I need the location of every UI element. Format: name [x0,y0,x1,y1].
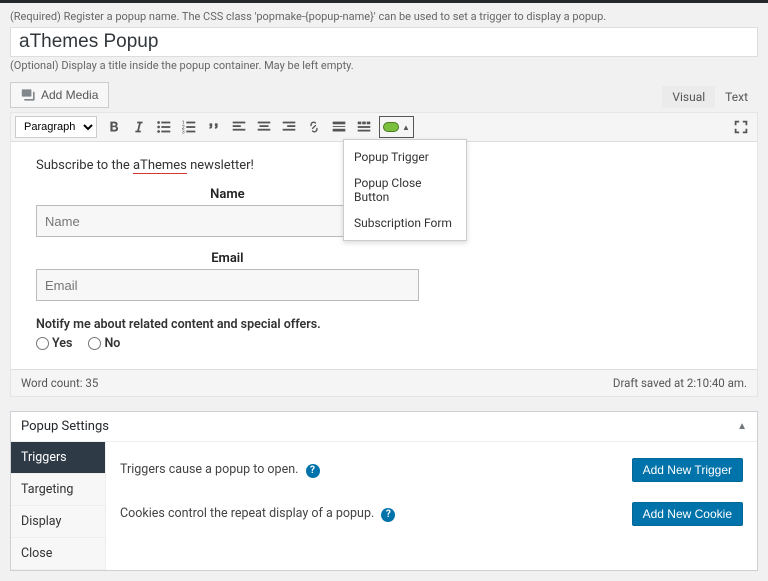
info-icon[interactable]: ? [381,508,395,522]
dropdown-item-subscription[interactable]: Subscription Form [344,210,466,236]
readmore-button[interactable] [327,115,351,139]
tab-visual[interactable]: Visual [662,86,715,108]
blockquote-button[interactable] [202,115,226,139]
add-media-label: Add Media [41,88,98,102]
media-icon [21,87,37,103]
draft-saved: Draft saved at 2:10:40 am. [613,376,747,390]
italic-button[interactable] [127,115,151,139]
editor-toolbar: Paragraph 123 ▲ Popup Trigger Popup Clos… [11,113,757,142]
popup-maker-icon [383,122,399,132]
radio-yes[interactable]: Yes [36,336,72,351]
settings-tab-close[interactable]: Close [11,538,105,570]
ul-button[interactable] [152,115,176,139]
insert-dropdown-menu: Popup Trigger Popup Close Button Subscri… [343,139,467,241]
fullscreen-button[interactable] [729,115,753,139]
info-icon[interactable]: ? [306,464,320,478]
caret-up-icon: ▲ [737,421,747,432]
toolbar-toggle-button[interactable] [352,115,376,139]
settings-tab-targeting[interactable]: Targeting [11,474,105,506]
tab-text[interactable]: Text [715,86,758,108]
settings-tab-display[interactable]: Display [11,506,105,538]
add-new-trigger-button[interactable]: Add New Trigger [632,458,743,482]
popup-name-helper: (Required) Register a popup name. The CS… [10,10,758,23]
cookies-description: Cookies control the repeat display of a … [120,506,395,522]
email-label: Email [36,251,419,266]
add-media-button[interactable]: Add Media [10,82,109,108]
notify-text: Notify me about related content and spec… [36,317,732,332]
popup-maker-dropdown[interactable]: ▲ [379,116,414,138]
settings-tab-triggers[interactable]: Triggers [11,442,105,474]
svg-text:3: 3 [182,129,185,135]
link-button[interactable] [302,115,326,139]
popup-name-input[interactable] [10,27,758,57]
popup-settings-header[interactable]: Popup Settings ▲ [11,412,757,442]
align-center-button[interactable] [252,115,276,139]
bold-button[interactable] [102,115,126,139]
ol-button[interactable]: 123 [177,115,201,139]
radio-no[interactable]: No [88,336,120,351]
add-new-cookie-button[interactable]: Add New Cookie [632,502,743,526]
popup-title-helper: (Optional) Display a title inside the po… [10,59,758,72]
align-right-button[interactable] [277,115,301,139]
dropdown-item-trigger[interactable]: Popup Trigger [344,144,466,170]
panel-title: Popup Settings [21,419,109,434]
align-left-button[interactable] [227,115,251,139]
word-count: Word count: 35 [21,376,98,390]
email-input[interactable] [36,269,419,301]
chevron-up-icon: ▲ [402,123,410,132]
triggers-description: Triggers cause a popup to open. ? [120,462,320,478]
dropdown-item-close[interactable]: Popup Close Button [344,170,466,210]
format-select[interactable]: Paragraph [15,116,97,138]
